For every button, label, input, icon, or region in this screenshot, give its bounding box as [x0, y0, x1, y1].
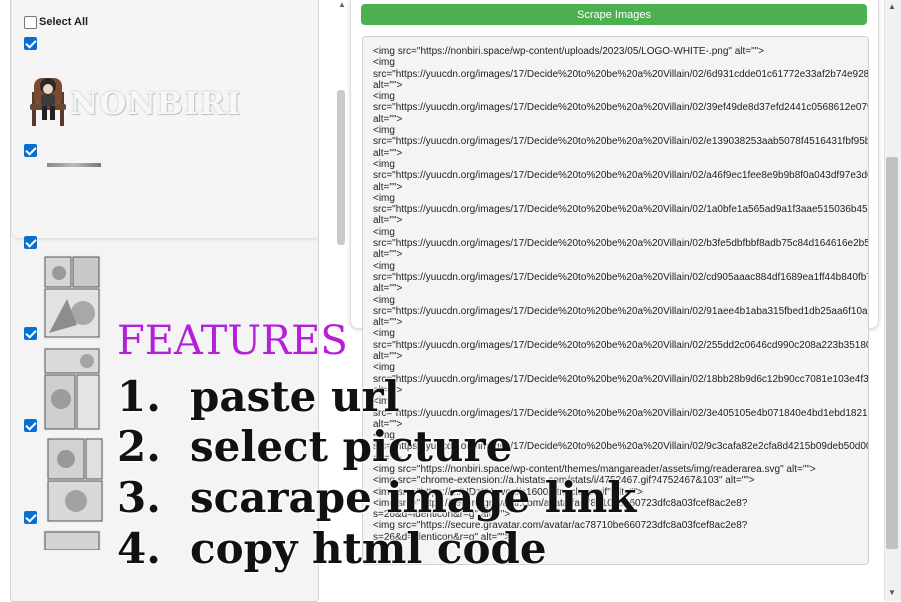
- code-line: src="https://yuucdn.org/images/17/Decide…: [373, 170, 868, 182]
- feature-item-4: 4. copy html code: [117, 524, 547, 573]
- code-line: <img: [373, 57, 395, 69]
- feature-text: paste url: [190, 372, 400, 421]
- code-line: src="https://yuucdn.org/images/17/Decide…: [373, 305, 868, 317]
- code-line: alt="">: [373, 147, 403, 159]
- mascot-icon: [30, 78, 66, 126]
- code-line: src="https://yuucdn.org/images/17/Decide…: [373, 136, 868, 148]
- code-line: alt="">: [373, 215, 403, 227]
- manga-page-thumbnail: [43, 347, 101, 431]
- scroll-up-arrow-icon[interactable]: ▲: [338, 0, 346, 9]
- image-checkbox-logo[interactable]: [24, 37, 37, 50]
- code-line: alt="">: [373, 113, 403, 125]
- code-line: <img: [373, 158, 395, 170]
- code-line: src="https://yuucdn.org/images/17/Decide…: [373, 238, 868, 250]
- code-line: <img: [373, 91, 395, 103]
- code-line: alt="">: [373, 283, 403, 295]
- code-line: alt="">: [373, 249, 403, 261]
- thin-strip-image: [47, 163, 101, 167]
- feature-number: 3.: [117, 473, 161, 522]
- scroll-up-icon[interactable]: ▲: [888, 2, 896, 11]
- image-checkbox-thin[interactable]: [24, 144, 37, 157]
- feature-item-3: 3. scarape image link: [117, 473, 636, 522]
- feature-item-1: 1. paste url: [117, 372, 400, 421]
- image-checkbox-page-3[interactable]: [24, 419, 37, 432]
- left-scrollbar[interactable]: [337, 90, 345, 245]
- code-line: src="https://yuucdn.org/images/17/Decide…: [373, 102, 868, 114]
- nonbiri-logo-image: NONBIRI: [26, 70, 306, 130]
- manga-page-thumbnail: [46, 437, 104, 523]
- code-line: <img: [373, 125, 395, 137]
- code-line: src="https://yuucdn.org/images/17/Decide…: [373, 271, 868, 283]
- features-title: FEATURES: [117, 318, 348, 364]
- select-all-checkbox[interactable]: [24, 16, 37, 29]
- code-line: alt="">: [373, 79, 403, 91]
- code-line: alt="">: [373, 181, 403, 193]
- code-line: <img: [373, 294, 395, 306]
- scrape-images-button[interactable]: Scrape Images: [361, 4, 867, 25]
- code-line: src="https://yuucdn.org/images/17/Decide…: [373, 68, 868, 80]
- manga-page-thumbnail: [43, 255, 101, 340]
- code-line: <img src="https://nonbiri.space/wp-conte…: [373, 46, 765, 57]
- logo-text: NONBIRI: [70, 86, 242, 122]
- code-line: <img: [373, 192, 395, 204]
- feature-number: 1.: [117, 372, 161, 421]
- feature-text: copy html code: [190, 524, 547, 573]
- code-line: <img: [373, 226, 395, 238]
- page-scrollbar-thumb[interactable]: [886, 157, 898, 549]
- image-checkbox-page-1[interactable]: [24, 236, 37, 249]
- select-all-label: Select All: [39, 16, 89, 28]
- features-overlay: FEATURES 1. paste url 2. select picture 3.…: [117, 318, 636, 598]
- feature-number: 4.: [117, 524, 161, 573]
- scroll-down-icon[interactable]: ▼: [888, 588, 896, 597]
- feature-text: scarape image link: [190, 473, 637, 522]
- feature-item-2: 2. select picture: [117, 422, 512, 471]
- code-line: <img: [373, 260, 395, 272]
- feature-number: 2.: [117, 422, 161, 471]
- image-checkbox-page-2[interactable]: [24, 327, 37, 340]
- code-line: src="https://yuucdn.org/images/17/Decide…: [373, 204, 868, 216]
- manga-page-thumbnail: [43, 530, 101, 550]
- image-checkbox-page-4[interactable]: [24, 511, 37, 524]
- feature-text: select picture: [190, 422, 513, 471]
